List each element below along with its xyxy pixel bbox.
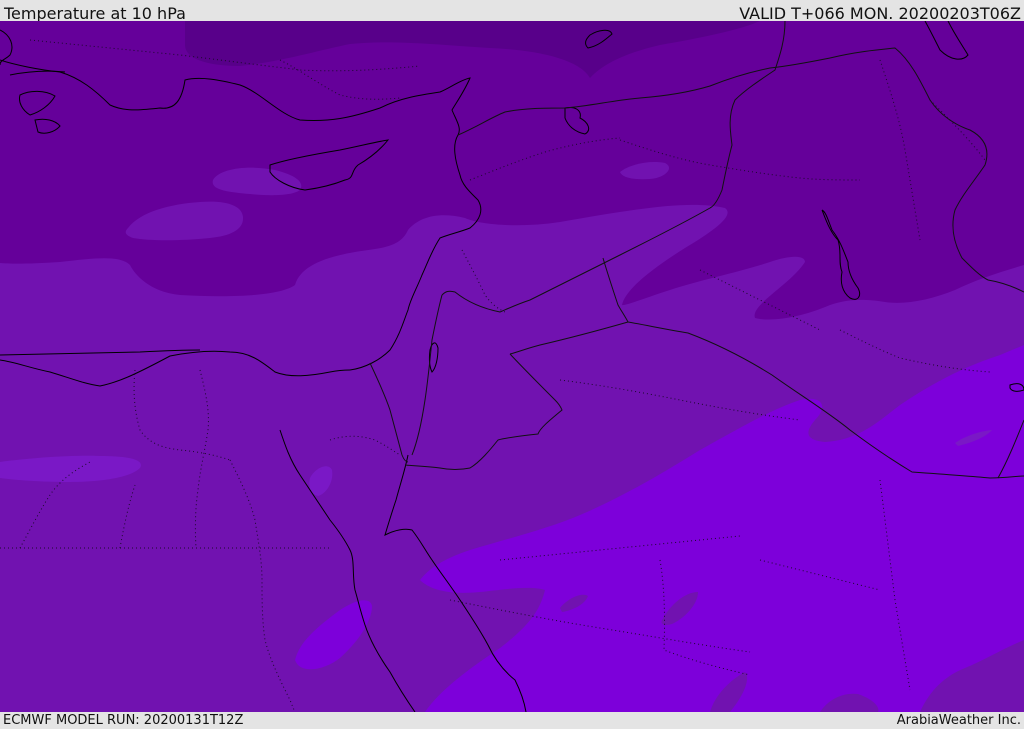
- temperature-map: [0, 21, 1024, 712]
- header-bar: Temperature at 10 hPa VALID T+066 MON. 2…: [0, 0, 1024, 23]
- model-run-label: ECMWF MODEL RUN: 20200131T12Z: [3, 713, 244, 728]
- credit-label: ArabiaWeather Inc.: [896, 713, 1021, 728]
- map-frame: Temperature at 10 hPa VALID T+066 MON. 2…: [0, 0, 1024, 729]
- footer-bar: ECMWF MODEL RUN: 20200131T12Z ArabiaWeat…: [0, 712, 1024, 729]
